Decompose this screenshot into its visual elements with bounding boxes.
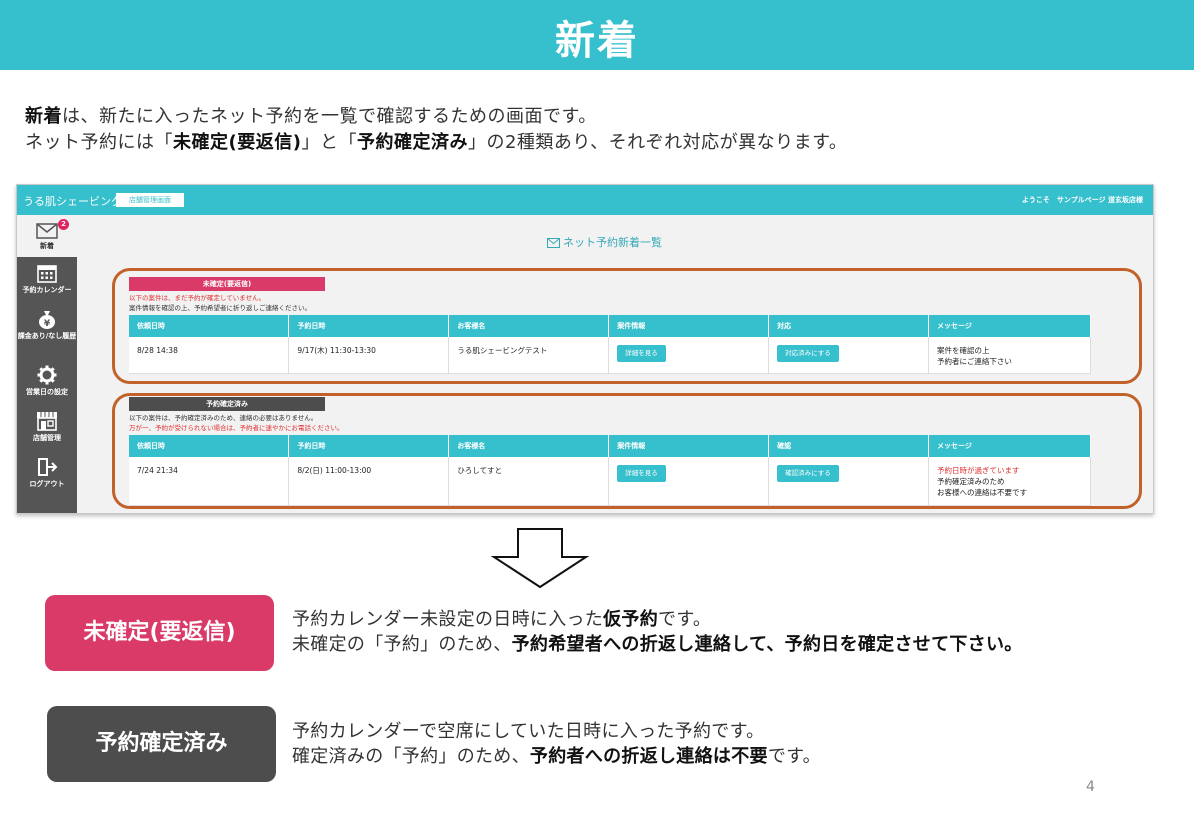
calendar-icon <box>37 265 57 283</box>
sidebar-item-billing[interactable]: ¥ 課金あり/なし履歴 <box>17 309 77 359</box>
admin-button[interactable]: 店舗管理画面 <box>116 193 184 207</box>
desc-bold: 予約者への折返し連絡は不要 <box>529 746 768 767</box>
sidebar-label: 予約カレンダー <box>22 286 72 294</box>
sidebar-item-logout[interactable]: ログアウト <box>17 457 77 507</box>
intro-line2-e: 」の2種類あり、それぞれ対応が異なります。 <box>467 132 848 153</box>
title-bar: 新着 <box>0 0 1194 70</box>
desc-text: 予約カレンダー未設定の日時に入った <box>292 609 604 630</box>
intro-line1: は、新たに入ったネット予約を一覧で確認するための画面です。 <box>62 106 597 127</box>
confirmed-label: 予約確定済み <box>47 706 276 782</box>
desc-text: 予約カレンダーで空席にしていた日時に入った予約です。 <box>292 721 765 742</box>
mail-icon <box>36 223 58 239</box>
app-page-heading-text: ネット予約新着一覧 <box>563 236 662 249</box>
intro-line2-b: 未確定(要返信) <box>173 132 302 153</box>
logout-icon <box>38 458 58 476</box>
confirmed-description: 予約カレンダーで空席にしていた日時に入った予約です。 確定済みの「予約」のため、… <box>292 719 821 769</box>
welcome-text: ようこそ サンプルページ 道玄坂店様 <box>1021 196 1143 204</box>
sidebar-label: 新着 <box>40 242 54 250</box>
unconfirmed-label: 未確定(要返信) <box>45 595 274 671</box>
highlight-unconfirmed <box>112 268 1142 384</box>
sidebar-label: ログアウト <box>29 480 65 488</box>
desc-bold: 予約希望者への折返し連絡して、予約日を確定させて下さい。 <box>511 634 1023 655</box>
mail-icon <box>547 238 560 248</box>
money-bag-icon: ¥ <box>39 311 55 329</box>
down-arrow-icon <box>490 528 590 589</box>
svg-text:¥: ¥ <box>44 319 51 329</box>
sidebar-label: 店舗管理 <box>33 434 61 442</box>
sidebar-item-business-days[interactable]: 営業日の設定 <box>17 365 77 415</box>
app-header: うる肌シェービング 店舗管理画面 ようこそ サンプルページ 道玄坂店様 <box>17 185 1153 215</box>
notification-badge: 2 <box>58 219 69 230</box>
page-number: 4 <box>1086 779 1095 795</box>
page-title: 新着 <box>555 18 639 64</box>
desc-text: です。 <box>767 746 821 767</box>
intro-bold: 新着 <box>25 106 62 127</box>
brand-name[interactable]: うる肌シェービング <box>23 193 122 209</box>
intro-line2-c: 」と「 <box>301 132 357 153</box>
sidebar-item-calendar[interactable]: 予約カレンダー <box>17 263 77 313</box>
sidebar-item-new[interactable]: 2 新着 <box>17 215 77 257</box>
desc-text: 未確定の「予約」のため、 <box>292 634 512 655</box>
sidebar-label: 課金あり/なし履歴 <box>17 332 77 340</box>
highlight-confirmed <box>112 393 1142 509</box>
intro-line2-d: 予約確定済み <box>356 132 468 153</box>
unconfirmed-description: 予約カレンダー未設定の日時に入った仮予約です。 未確定の「予約」のため、予約希望… <box>292 607 1023 657</box>
desc-text: です。 <box>658 609 712 630</box>
sidebar-item-store[interactable]: 店舗管理 <box>17 411 77 461</box>
sidebar: 2 新着 予約カレンダー ¥ 課金あり/なし履歴 営業日の設定 店舗管理 ログア… <box>17 215 77 513</box>
intro-text: 新着は、新たに入ったネット予約を一覧で確認するための画面です。 ネット予約には「… <box>25 104 847 156</box>
store-icon <box>37 412 57 431</box>
desc-bold: 仮予約 <box>603 609 659 630</box>
desc-text: 確定済みの「予約」のため、 <box>292 746 530 767</box>
gear-icon <box>37 365 57 385</box>
intro-line2-a: ネット予約には「 <box>25 132 173 153</box>
app-page-heading: ネット予約新着一覧 <box>547 234 662 250</box>
sidebar-label: 営業日の設定 <box>26 388 68 396</box>
